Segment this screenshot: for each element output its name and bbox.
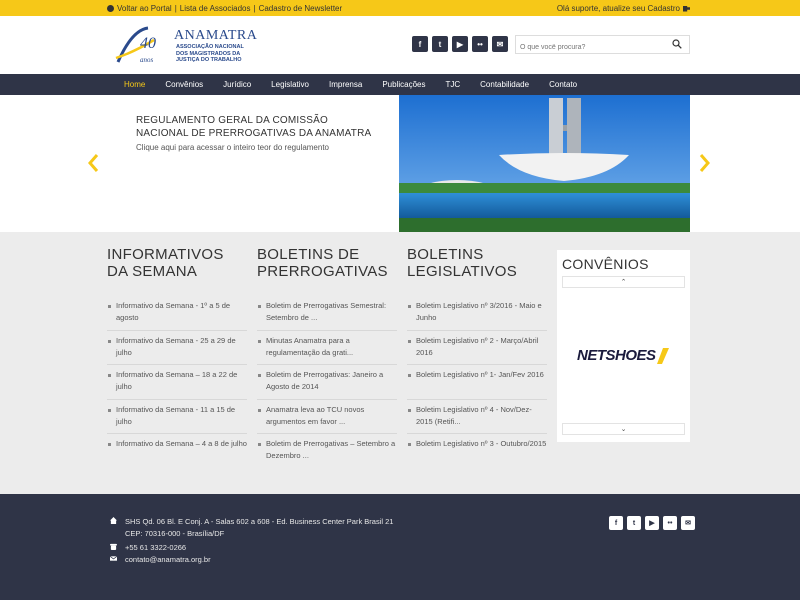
logo-subtitle-line: ASSOCIAÇÃO NACIONAL [176, 44, 244, 50]
nav-item-publicacoes[interactable]: Publicações [372, 74, 435, 95]
chevron-left-icon[interactable] [86, 153, 100, 173]
logo-subtitle-line: JUSTIÇA DO TRABALHO [176, 57, 242, 63]
list-item[interactable]: Boletim de Prerrogativas Semestral: Sete… [257, 296, 397, 331]
prerrogativas-list: Boletim de Prerrogativas Semestral: Sete… [257, 296, 397, 469]
list-item[interactable]: Informativo da Semana - 1º a 5 de agosto [107, 296, 247, 331]
logo-anniversary: 40 [140, 35, 156, 52]
logo-mark-icon: 40 anos [115, 26, 156, 64]
separator: | [253, 4, 256, 13]
support-link[interactable]: Olá suporte, atualize seu Cadastro [557, 4, 690, 13]
footer: SHS Qd. 06 Bl. E Conj. A - Salas 602 a 6… [0, 494, 800, 600]
informativos-column: INFORMATIVOS DA SEMANA Informativo da Se… [107, 246, 247, 469]
top-bar: Voltar ao Portal | Lista de Associados |… [0, 0, 800, 16]
column-title: BOLETINS DE PRERROGATIVAS [257, 246, 388, 280]
list-item[interactable]: Boletim de Prerrogativas: Janeiro a Agos… [257, 365, 397, 400]
address-line: SHS Qd. 06 Bl. E Conj. A - Salas 602 a 6… [125, 517, 394, 526]
sign-out-icon [683, 5, 690, 12]
search-input[interactable] [516, 39, 666, 56]
list-item[interactable]: Informativo da Semana – 4 a 8 de julho [107, 434, 247, 469]
congress-building-image [399, 95, 690, 232]
nav-item-imprensa[interactable]: Imprensa [319, 74, 372, 95]
address-text: SHS Qd. 06 Bl. E Conj. A - Salas 602 a 6… [125, 516, 393, 540]
list-item[interactable]: Boletim Legislativo nº 2 - Março/Abril 2… [407, 331, 547, 365]
phone-icon [110, 543, 117, 550]
legislativos-list: Boletim Legislativo nº 3/2016 - Maio e J… [407, 296, 547, 469]
nav-list: Home Convênios Jurídico Legislativo Impr… [114, 74, 587, 95]
link-lista-associados[interactable]: Lista de Associados [180, 4, 251, 13]
twitter-icon[interactable]: t [432, 36, 448, 52]
footer-address: SHS Qd. 06 Bl. E Conj. A - Salas 602 a 6… [110, 516, 393, 540]
facebook-icon[interactable]: f [609, 516, 623, 530]
column-title: BOLETINS LEGISLATIVOS [407, 246, 518, 280]
youtube-icon[interactable]: ▶ [452, 36, 468, 52]
flickr-icon[interactable]: •• [663, 516, 677, 530]
content-area: INFORMATIVOS DA SEMANA Informativo da Se… [0, 232, 800, 494]
netshoes-mark-icon [657, 348, 669, 364]
hero-slider: REGULAMENTO GERAL DA COMISSÃO NACIONAL D… [0, 95, 800, 232]
nav-item-juridico[interactable]: Jurídico [213, 74, 261, 95]
list-item[interactable]: Boletim Legislativo nº 4 - Nov/Dez-2015 … [407, 400, 547, 434]
flickr-icon[interactable]: •• [472, 36, 488, 52]
convenios-title: CONVÊNIOS [562, 256, 649, 272]
netshoes-logo[interactable]: NETSHOES [577, 347, 656, 364]
carousel-up-button[interactable]: ⌃ [562, 276, 685, 288]
footer-social: f t ▶ •• ✉ [609, 516, 695, 530]
chevron-down-icon: ⌄ [620, 426, 627, 433]
list-item[interactable]: Informativo da Semana - 11 a 15 de julho [107, 400, 247, 434]
column-title: INFORMATIVOS DA SEMANA [107, 246, 224, 280]
legislativos-column: BOLETINS LEGISLATIVOS Boletim Legislativ… [407, 246, 547, 469]
list-item[interactable]: Informativo da Semana – 18 a 22 de julho [107, 365, 247, 400]
list-item[interactable]: Minutas Anamatra para a regulamentação d… [257, 331, 397, 365]
chevron-up-icon: ⌃ [620, 279, 627, 286]
chevron-right-icon[interactable] [698, 153, 712, 173]
logo-subtitle: ASSOCIAÇÃO NACIONAL DOS MAGISTRADOS DA J… [176, 44, 244, 64]
list-item[interactable]: Anamatra leva ao TCU novos argumentos em… [257, 400, 397, 434]
youtube-icon[interactable]: ▶ [645, 516, 659, 530]
slide-link[interactable]: Clique aqui para acessar o inteiro teor … [136, 143, 329, 152]
support-text[interactable]: Olá suporte, atualize seu Cadastro [557, 4, 680, 13]
top-links: Voltar ao Portal | Lista de Associados |… [107, 4, 342, 13]
nav-item-tjc[interactable]: TJC [435, 74, 470, 95]
header: 40 anos ANAMATRA ASSOCIAÇÃO NACIONAL DOS… [0, 16, 800, 74]
facebook-icon[interactable]: f [412, 36, 428, 52]
footer-phone: +55 61 3322-0266 [110, 542, 186, 554]
slide-photo[interactable] [399, 95, 690, 232]
home-icon [110, 517, 117, 524]
header-social: f t ▶ •• ✉ [412, 36, 508, 52]
address-line: CEP: 70316-000 - Brasília/DF [125, 529, 225, 538]
nav-item-contabilidade[interactable]: Contabilidade [470, 74, 539, 95]
phone-text: +55 61 3322-0266 [125, 543, 187, 552]
nav-item-home[interactable]: Home [114, 74, 155, 95]
nav-item-legislativo[interactable]: Legislativo [261, 74, 319, 95]
convenios-widget: CONVÊNIOS ⌃ NETSHOES ⌄ [557, 250, 690, 442]
mail-icon[interactable]: ✉ [492, 36, 508, 52]
list-item[interactable]: Informativo da Semana - 25 a 29 de julho [107, 331, 247, 365]
logo-anos: anos [140, 56, 154, 64]
twitter-icon[interactable]: t [627, 516, 641, 530]
list-item[interactable]: Boletim Legislativo nº 3 - Outubro/2015 [407, 434, 547, 469]
list-item[interactable]: Boletim Legislativo nº 1- Jan/Fev 2016 [407, 365, 547, 400]
list-item[interactable]: Boletim Legislativo nº 3/2016 - Maio e J… [407, 296, 547, 331]
link-voltar-portal[interactable]: Voltar ao Portal [117, 4, 172, 13]
carousel-down-button[interactable]: ⌄ [562, 423, 685, 435]
link-cadastro-newsletter[interactable]: Cadastro de Newsletter [259, 4, 343, 13]
list-item[interactable]: Boletim de Prerrogativas – Setembro a De… [257, 434, 397, 469]
nav-item-contato[interactable]: Contato [539, 74, 587, 95]
globe-icon [107, 5, 114, 12]
footer-email: contato@anamatra.org.br [110, 554, 211, 566]
main-nav: Home Convênios Jurídico Legislativo Impr… [0, 74, 800, 95]
informativos-list: Informativo da Semana - 1º a 5 de agosto… [107, 296, 247, 469]
search-icon[interactable] [672, 39, 682, 49]
separator: | [174, 4, 177, 13]
search-box [515, 35, 690, 56]
logo[interactable]: 40 anos ANAMATRA ASSOCIAÇÃO NACIONAL DOS… [114, 22, 257, 68]
envelope-icon [110, 556, 117, 561]
email-link[interactable]: contato@anamatra.org.br [125, 554, 211, 566]
prerrogativas-column: BOLETINS DE PRERROGATIVAS Boletim de Pre… [257, 246, 397, 469]
logo-name: ANAMATRA [174, 28, 258, 43]
mail-icon[interactable]: ✉ [681, 516, 695, 530]
nav-item-convenios[interactable]: Convênios [155, 74, 213, 95]
slide-title[interactable]: REGULAMENTO GERAL DA COMISSÃO NACIONAL D… [136, 114, 376, 140]
